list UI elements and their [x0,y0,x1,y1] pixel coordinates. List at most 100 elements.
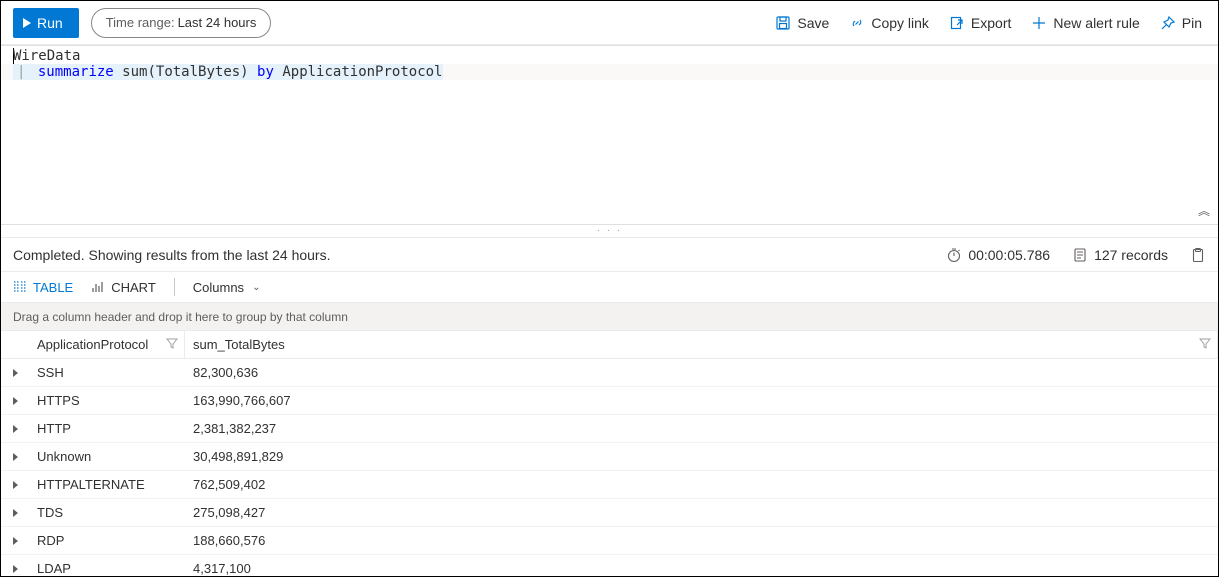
gutter [1,48,13,64]
identifier: ApplicationProtocol [282,64,442,80]
expand-row-icon[interactable] [1,453,29,461]
chart-icon [91,280,105,294]
time-range-label: Time range: [106,15,175,30]
plus-icon [1031,15,1047,31]
table-row[interactable]: HTTPS163,990,766,607 [1,387,1218,415]
query-editor-wrap: WireData | summarize sum(TotalBytes) by … [1,45,1218,225]
duration-group: 00:00:05.786 [946,247,1050,263]
gutter [1,64,13,80]
table-row[interactable]: TDS275,098,427 [1,499,1218,527]
link-icon [849,15,865,31]
cell-application-protocol: SSH [29,365,185,380]
keyword-by: by [257,64,274,80]
cell-application-protocol: Unknown [29,449,185,464]
filter-icon[interactable] [1199,337,1211,352]
export-button[interactable]: Export [945,15,1015,31]
query-editor[interactable]: WireData | summarize sum(TotalBytes) by … [1,45,1218,225]
table-row[interactable]: RDP188,660,576 [1,527,1218,555]
header-col-application-protocol[interactable]: ApplicationProtocol [29,331,185,358]
tab-chart-label: CHART [111,280,156,295]
expand-row-icon[interactable] [1,397,29,405]
copy-link-label: Copy link [871,15,929,31]
editor-line-1: WireData [1,48,1218,64]
pipe-token: | [13,64,29,80]
stopwatch-icon [946,247,962,263]
records-value: 127 records [1094,247,1168,263]
export-icon [949,15,965,31]
expand-row-icon[interactable] [1,537,29,545]
cell-sum-total-bytes: 275,098,427 [185,505,1218,520]
status-right: 00:00:05.786 127 records [946,247,1206,263]
cell-application-protocol: HTTP [29,421,185,436]
splitter-handle[interactable]: · · · [1,225,1218,237]
group-by-bar[interactable]: Drag a column header and drop it here to… [1,303,1218,331]
chevron-down-icon: ⌄ [252,282,260,293]
header-label: ApplicationProtocol [37,337,148,352]
header-col-sum-total-bytes[interactable]: sum_TotalBytes [185,331,1218,358]
pin-icon [1160,15,1176,31]
cell-sum-total-bytes: 188,660,576 [185,533,1218,548]
run-label: Run [37,15,63,31]
result-tabs: TABLE CHART Columns ⌄ [1,271,1218,303]
records-icon [1072,247,1088,263]
expand-row-icon[interactable] [1,425,29,433]
collapse-editor-icon[interactable]: ︽ [1198,202,1210,219]
grid-body: SSH82,300,636HTTPS163,990,766,607HTTP2,3… [1,359,1218,576]
cell-application-protocol: HTTPALTERNATE [29,477,185,492]
cell-application-protocol: HTTPS [29,393,185,408]
keyword-summarize: summarize [38,64,114,80]
duration-value: 00:00:05.786 [968,247,1050,263]
cell-sum-total-bytes: 163,990,766,607 [185,393,1218,408]
pin-button[interactable]: Pin [1156,15,1206,31]
save-icon [775,15,791,31]
header-expand [1,331,29,358]
records-group: 127 records [1072,247,1168,263]
table-row[interactable]: SSH82,300,636 [1,359,1218,387]
tab-table[interactable]: TABLE [13,280,73,295]
cell-sum-total-bytes: 30,498,891,829 [185,449,1218,464]
new-alert-label: New alert rule [1053,15,1139,31]
table-row[interactable]: LDAP4,317,100 [1,555,1218,576]
editor-line-2: | summarize sum(TotalBytes) by Applicati… [1,64,1218,80]
cell-application-protocol: TDS [29,505,185,520]
cell-sum-total-bytes: 2,381,382,237 [185,421,1218,436]
save-button[interactable]: Save [771,15,833,31]
copy-link-button[interactable]: Copy link [845,15,933,31]
run-button[interactable]: Run [13,8,79,38]
status-text: Completed. Showing results from the last… [13,247,331,263]
header-label: sum_TotalBytes [193,337,285,352]
expand-row-icon[interactable] [1,369,29,377]
pin-label: Pin [1182,15,1202,31]
status-bar: Completed. Showing results from the last… [1,237,1218,271]
time-range-picker[interactable]: Time range: Last 24 hours [91,8,272,38]
table-icon [13,280,27,294]
columns-label: Columns [193,280,244,295]
clipboard-icon[interactable] [1190,247,1206,263]
cell-sum-total-bytes: 4,317,100 [185,561,1218,576]
divider [174,278,175,296]
table-row[interactable]: Unknown30,498,891,829 [1,443,1218,471]
cell-application-protocol: LDAP [29,561,185,576]
export-label: Export [971,15,1011,31]
time-range-value: Last 24 hours [178,15,257,30]
expand-row-icon[interactable] [1,565,29,573]
cell-sum-total-bytes: 82,300,636 [185,365,1218,380]
table-row[interactable]: HTTP2,381,382,237 [1,415,1218,443]
grid-header: ApplicationProtocol sum_TotalBytes [1,331,1218,359]
expand-row-icon[interactable] [1,481,29,489]
code-token: WireData [13,48,80,64]
play-icon [23,18,31,28]
toolbar: Run Time range: Last 24 hours Save Copy … [1,1,1218,45]
save-label: Save [797,15,829,31]
table-row[interactable]: HTTPALTERNATE762,509,402 [1,471,1218,499]
results-grid: ApplicationProtocol sum_TotalBytes SSH82… [1,331,1218,576]
cell-application-protocol: RDP [29,533,185,548]
new-alert-button[interactable]: New alert rule [1027,15,1143,31]
filter-icon[interactable] [166,337,178,352]
cell-sum-total-bytes: 762,509,402 [185,477,1218,492]
tab-table-label: TABLE [33,280,73,295]
columns-picker[interactable]: Columns ⌄ [193,280,261,295]
fn-sum: sum(TotalBytes) [122,64,248,80]
expand-row-icon[interactable] [1,509,29,517]
tab-chart[interactable]: CHART [91,280,156,295]
